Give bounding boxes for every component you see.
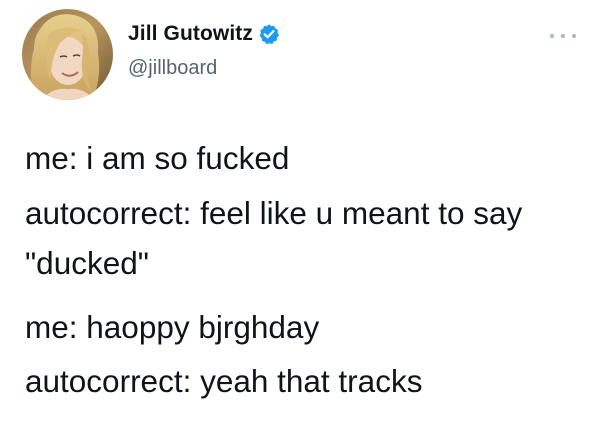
more-dot	[572, 34, 576, 38]
more-options-icon[interactable]	[550, 30, 576, 42]
profile-photo	[22, 9, 113, 100]
author-handle[interactable]: @jillboard	[128, 57, 217, 80]
tweet-text-line: "ducked"	[25, 245, 149, 281]
tweet-text-line: autocorrect: yeah that tracks	[25, 363, 423, 399]
display-name[interactable]: Jill Gutowitz	[128, 22, 253, 46]
more-dot	[561, 34, 565, 38]
tweet-text-line: me: i am so fucked	[25, 140, 290, 176]
author-name-row: Jill Gutowitz	[128, 22, 280, 46]
avatar[interactable]	[22, 9, 113, 100]
more-dot	[550, 34, 554, 38]
tweet-text-line: autocorrect: feel like u meant to say	[25, 195, 523, 231]
tweet-text-line: me: haoppy bjrghday	[25, 309, 320, 345]
tweet-card: Jill Gutowitz @jillboard me: i am so fuc…	[0, 0, 599, 428]
verified-badge-icon	[258, 23, 280, 45]
